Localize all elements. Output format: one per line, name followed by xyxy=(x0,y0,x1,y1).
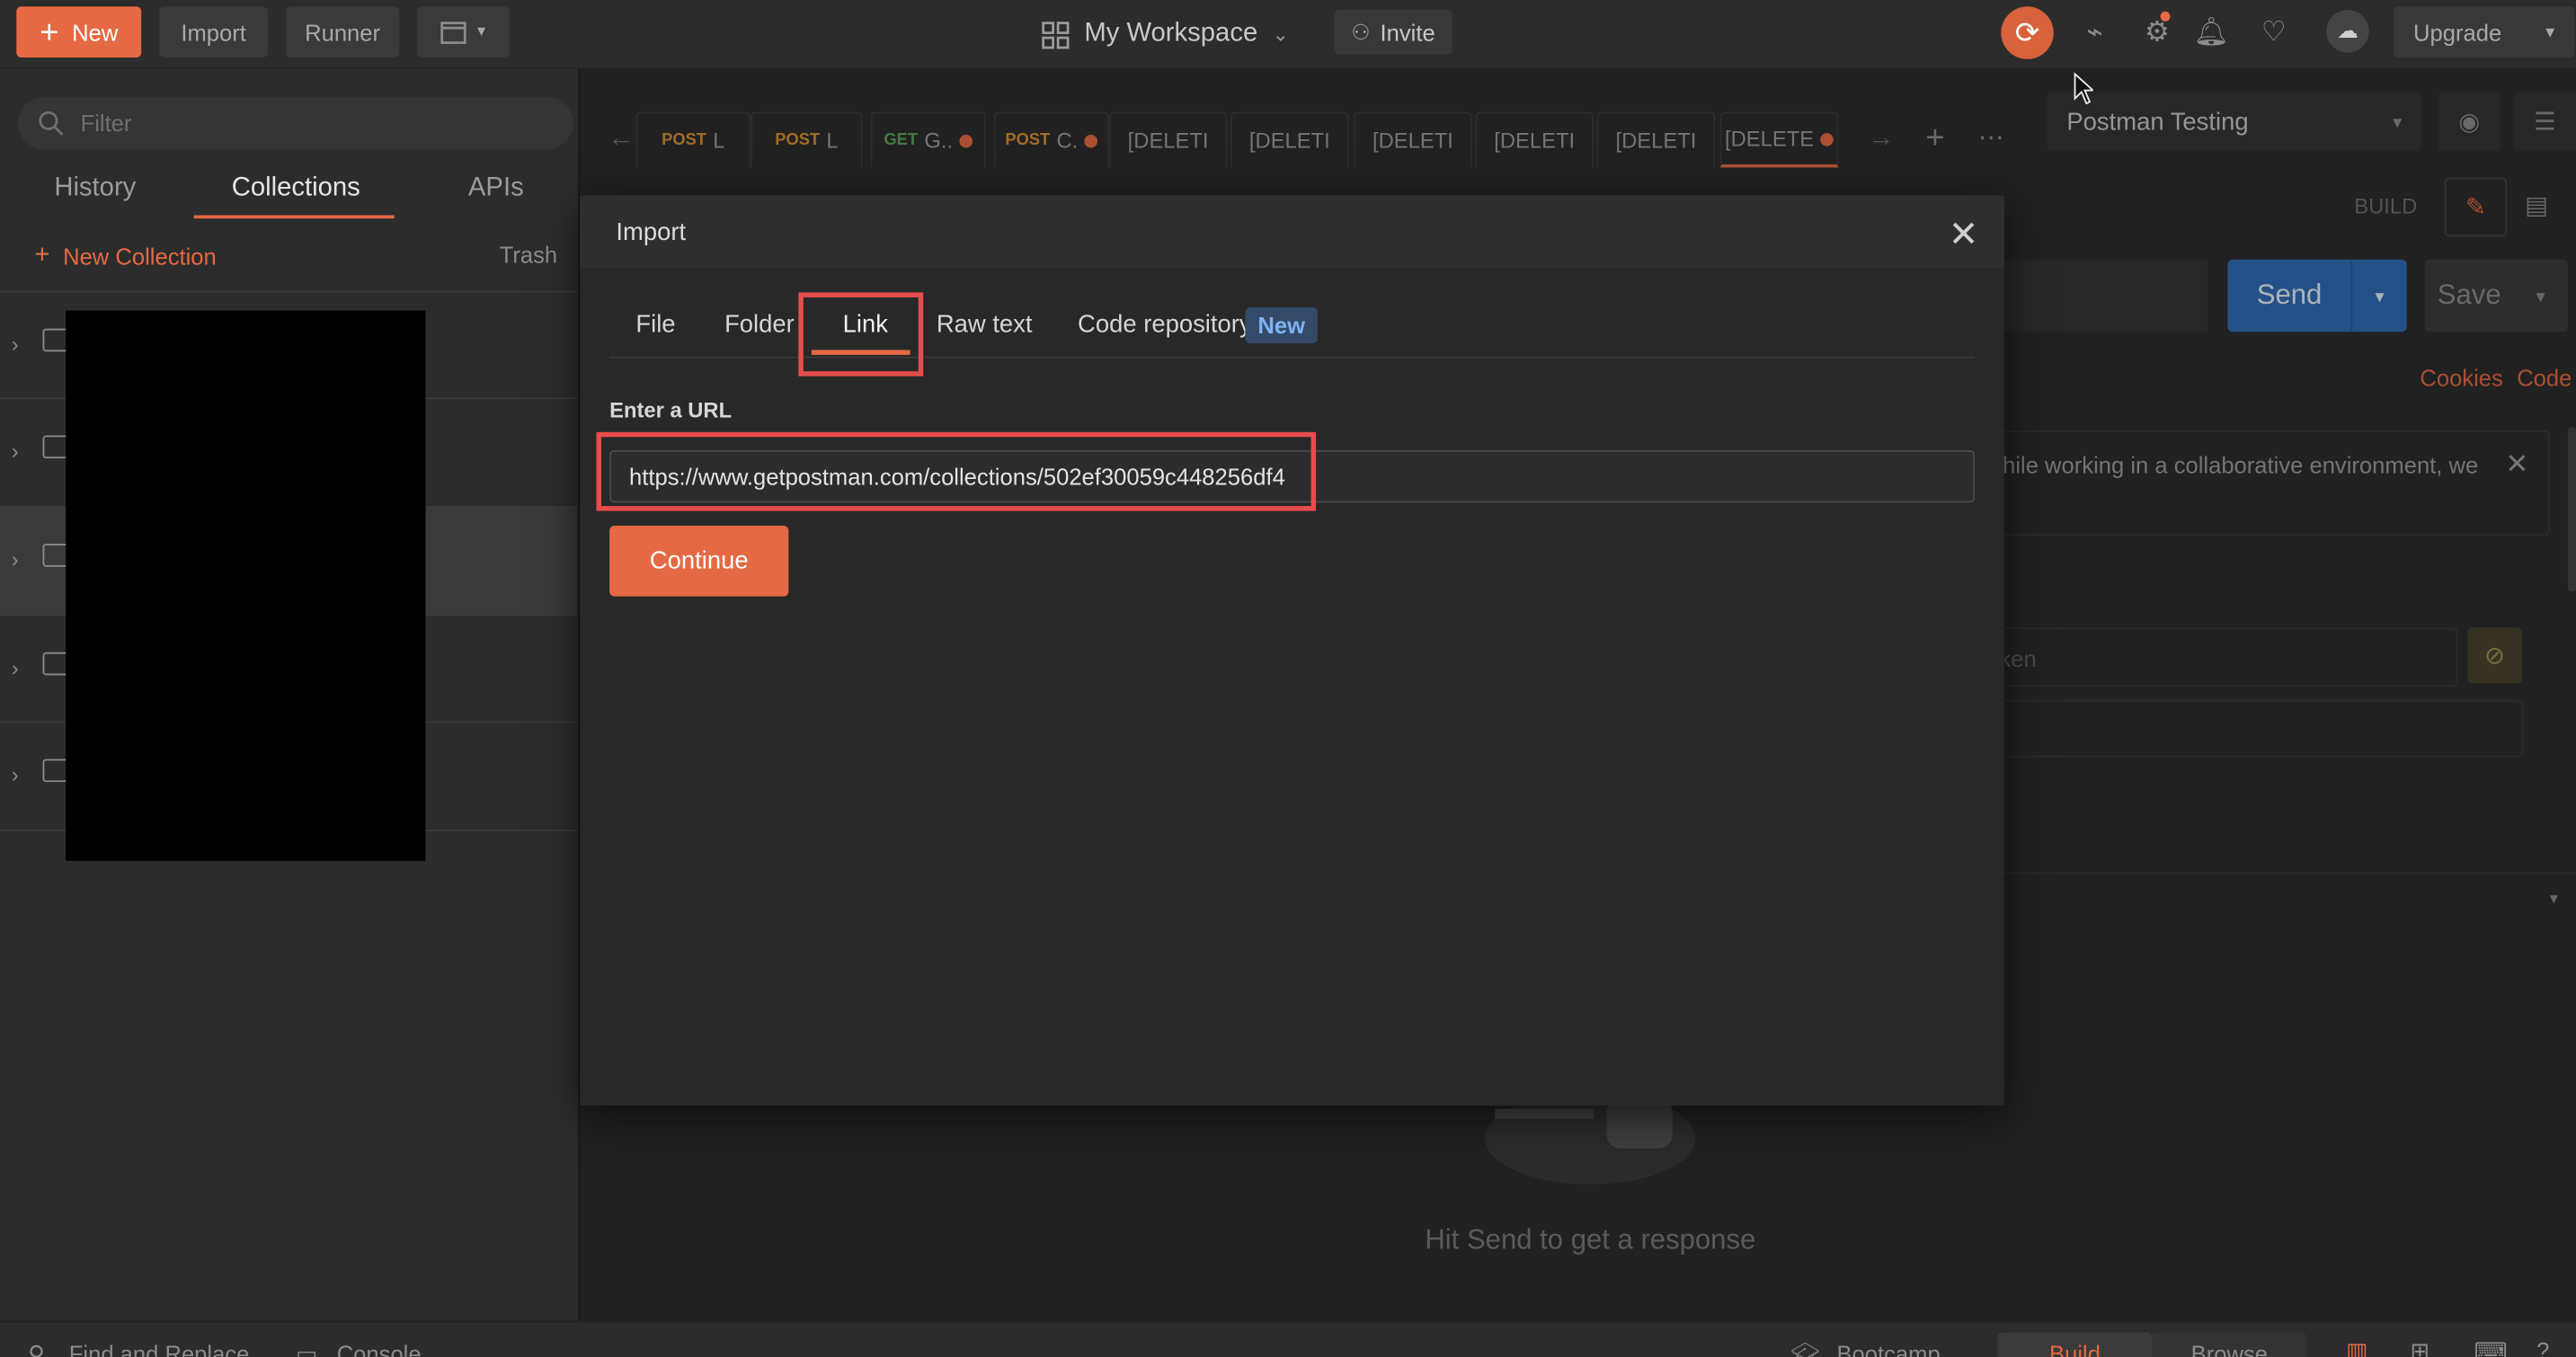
settings-notification-dot xyxy=(2160,11,2171,22)
sidebar: Filter History Collections APIs + New Co… xyxy=(0,68,581,1321)
sync-icon[interactable]: ⟳ xyxy=(2001,6,2054,59)
filter-input[interactable]: Filter xyxy=(18,96,573,150)
top-bar: + New Import Runner ▾ My Workspace ⌄ ⚇ I… xyxy=(0,0,2576,69)
chevron-right-icon: › xyxy=(11,439,19,464)
trash-link[interactable]: Trash xyxy=(500,242,557,268)
highlight-url-input xyxy=(596,431,1317,511)
window-icon xyxy=(441,21,467,43)
import-button[interactable]: Import xyxy=(159,6,268,58)
continue-button[interactable]: Continue xyxy=(609,525,789,597)
console-icon: ▭ xyxy=(296,1340,318,1357)
tab-history[interactable]: History xyxy=(54,174,136,204)
tab-folder[interactable]: Folder xyxy=(724,311,795,339)
modal-title: Import xyxy=(616,218,687,247)
add-user-icon: ⚇ xyxy=(1351,19,1371,44)
cloud-icon[interactable]: ☁ xyxy=(2326,9,2369,53)
satellite-icon[interactable]: ⌁ xyxy=(2075,13,2115,53)
upgrade-button[interactable]: Upgrade ▾ xyxy=(2394,6,2575,58)
new-window-button[interactable]: ▾ xyxy=(417,6,510,58)
heart-icon[interactable]: ♡ xyxy=(2254,13,2294,53)
chevron-right-icon: › xyxy=(11,546,19,572)
bell-icon[interactable]: 🔔︎ xyxy=(2191,13,2231,53)
help-icon[interactable]: ? xyxy=(2536,1337,2549,1357)
console-link[interactable]: Console xyxy=(337,1341,422,1357)
plus-icon: + xyxy=(34,241,50,270)
new-badge: New xyxy=(1245,306,1318,344)
runner-button[interactable]: Runner xyxy=(286,6,400,58)
search-icon: ⚲ xyxy=(28,1340,45,1357)
tab-apis[interactable]: APIs xyxy=(468,174,524,204)
keyboard-icon[interactable]: ⌨ xyxy=(2474,1337,2508,1357)
invite-button[interactable]: ⚇ Invite xyxy=(1334,9,1452,55)
search-icon xyxy=(39,111,64,136)
active-tab-underline xyxy=(193,215,395,219)
chevron-down-icon: ⌄ xyxy=(1272,22,1290,47)
chevron-right-icon: › xyxy=(11,655,19,680)
modal-header xyxy=(580,195,2004,268)
mouse-cursor-icon xyxy=(2074,72,2093,105)
workspace-label: My Workspace xyxy=(1084,19,1258,49)
chevron-down-icon: ▾ xyxy=(476,22,486,41)
highlight-link-tab xyxy=(798,292,924,377)
grid-icon xyxy=(1042,21,1070,49)
redacted-area xyxy=(66,310,426,861)
settings-icon[interactable]: ⚙ xyxy=(2137,13,2177,53)
import-modal: Import ✕ File Folder Link Raw text Code … xyxy=(580,195,2004,1106)
tab-file[interactable]: File xyxy=(635,311,675,339)
plus-icon: + xyxy=(40,13,59,50)
tab-collections[interactable]: Collections xyxy=(232,174,360,204)
tab-raw-text[interactable]: Raw text xyxy=(937,311,1033,339)
chevron-right-icon: › xyxy=(11,762,19,787)
build-mode-tab[interactable]: Build xyxy=(1997,1332,2153,1357)
new-button[interactable]: + New xyxy=(16,6,142,58)
find-replace-link[interactable]: Find and Replace xyxy=(69,1341,250,1357)
two-pane-icon[interactable]: ⊞ xyxy=(2410,1337,2429,1357)
tab-code-repository[interactable]: Code repository xyxy=(1078,311,1252,339)
close-icon[interactable]: ✕ xyxy=(1949,214,1979,257)
chevron-right-icon: › xyxy=(11,332,19,357)
new-collection-button[interactable]: + New Collection xyxy=(34,242,216,271)
bootcamp-icon: 🎓︎ xyxy=(1790,1340,1820,1357)
status-bar: ⚲ Find and Replace ▭ Console 🎓︎ Bootcamp… xyxy=(0,1320,2576,1357)
bootcamp-link[interactable]: Bootcamp xyxy=(1836,1341,1940,1357)
url-label: Enter a URL xyxy=(609,397,733,422)
browse-mode-tab[interactable]: Browse xyxy=(2152,1332,2307,1357)
workspace-switcher[interactable]: My Workspace ⌄ xyxy=(1042,13,1289,57)
layout-icon[interactable]: ▥ xyxy=(2346,1337,2367,1357)
chevron-down-icon: ▾ xyxy=(2545,22,2555,43)
